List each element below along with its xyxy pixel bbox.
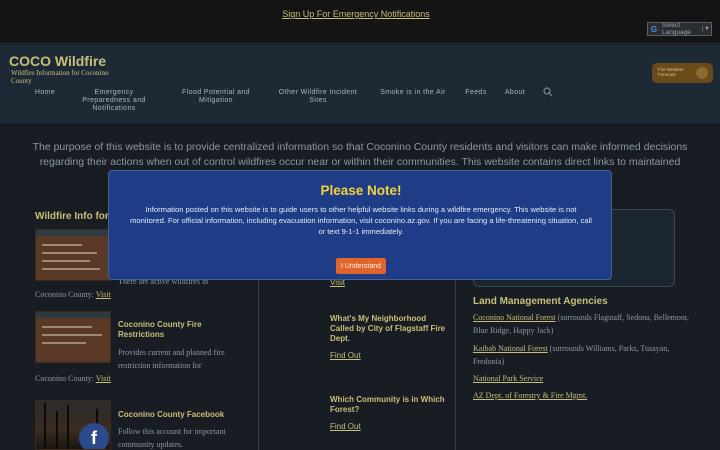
az-forestry-link[interactable]: AZ Dept. of Forestry & Fire Mgmt. [473, 391, 587, 400]
nav-home[interactable]: Home [30, 89, 60, 97]
national-park-service-link[interactable]: National Park Service [473, 374, 543, 383]
neighborhood-title: What's My Neighborhood Called by City of… [330, 314, 446, 343]
active-wildfires-visit-link[interactable]: Visit [96, 290, 111, 299]
agency-azdffm: AZ Dept. of Forestry & Fire Mgmt. [473, 389, 698, 402]
chevron-down-icon: ▼ [702, 26, 711, 32]
search-icon[interactable] [543, 87, 553, 97]
fire-restrictions-title[interactable]: Coconino County Fire Restrictions [118, 320, 228, 340]
active-wildfires-county: Coconino County: [35, 290, 94, 299]
google-translate-icon: G [650, 24, 658, 34]
wildfire-info-heading: Wildfire Info for [35, 211, 109, 222]
notice-modal: Please Note! Information posted on this … [108, 170, 612, 280]
modal-body: Information posted on this website is to… [130, 205, 592, 236]
nav-smoke[interactable]: Smoke is in the Air [376, 89, 450, 97]
site-subtitle: Wildfire Information for Coconino County [11, 69, 109, 85]
fire-weather-badge-label: Fire Weather Forecast [658, 67, 684, 77]
kaibab-forest-link[interactable]: Kaibab National Forest [473, 344, 548, 353]
fire-restrictions-visit-link[interactable]: Visit [96, 374, 111, 383]
i-understand-button[interactable]: I Understand [336, 258, 386, 274]
modal-title: Please Note! [320, 183, 402, 198]
fire-restrictions-text: Provides current and planned fire restri… [118, 348, 225, 370]
agency-kaibab: Kaibab National Forest (surrounds Willia… [473, 342, 698, 368]
facebook-icon: f [79, 423, 109, 449]
mountain-icon [696, 67, 708, 79]
nav-about[interactable]: About [501, 89, 529, 97]
site-title[interactable]: COCO Wildfire [9, 53, 106, 69]
fire-weather-badge[interactable]: Fire Weather Forecast [652, 63, 713, 83]
agency-coconino: Coconino National Forest (surrounds Flag… [473, 311, 698, 337]
nav-feeds[interactable]: Feeds [462, 89, 490, 97]
site-header: COCO Wildfire Wildfire Information for C… [0, 45, 720, 123]
nav-flood-potential[interactable]: Flood Potential and Mitigation [172, 89, 260, 105]
language-select-label: Select Language [662, 22, 691, 36]
facebook-thumbnail[interactable]: f [35, 400, 111, 450]
top-bar: Sign Up For Emergency Notifications G Se… [0, 0, 720, 44]
agency-nps: National Park Service [473, 372, 698, 385]
active-wildfires-thumbnail[interactable] [35, 229, 111, 281]
fire-restrictions-text-2: Coconino County: Visit [35, 372, 111, 385]
facebook-text: Follow this account for important commun… [118, 427, 226, 449]
active-wildfires-text-2: Coconino County: Visit [35, 288, 111, 301]
neighborhood-find-out-link[interactable]: Find Out [330, 351, 361, 360]
land-management-heading: Land Management Agencies [473, 296, 608, 307]
coconino-forest-link[interactable]: Coconino National Forest [473, 313, 556, 322]
language-select[interactable]: G Select Language ▼ [647, 22, 712, 36]
nav-other-incident-sites[interactable]: Other Wildfire Incident Sites [272, 89, 364, 105]
facebook-title[interactable]: Coconino County Facebook [118, 410, 238, 420]
fire-restrictions-thumbnail[interactable] [35, 311, 111, 363]
emergency-signup-link[interactable]: Sign Up For Emergency Notifications [0, 9, 712, 19]
community-forest-title: Which Community is in Which Forest? [330, 395, 445, 414]
nav-emergency-preparedness[interactable]: Emergency Preparedness and Notifications [76, 89, 152, 113]
fire-restrictions-county: Coconino County: [35, 374, 94, 383]
community-forest-find-out-link[interactable]: Find Out [330, 422, 361, 431]
